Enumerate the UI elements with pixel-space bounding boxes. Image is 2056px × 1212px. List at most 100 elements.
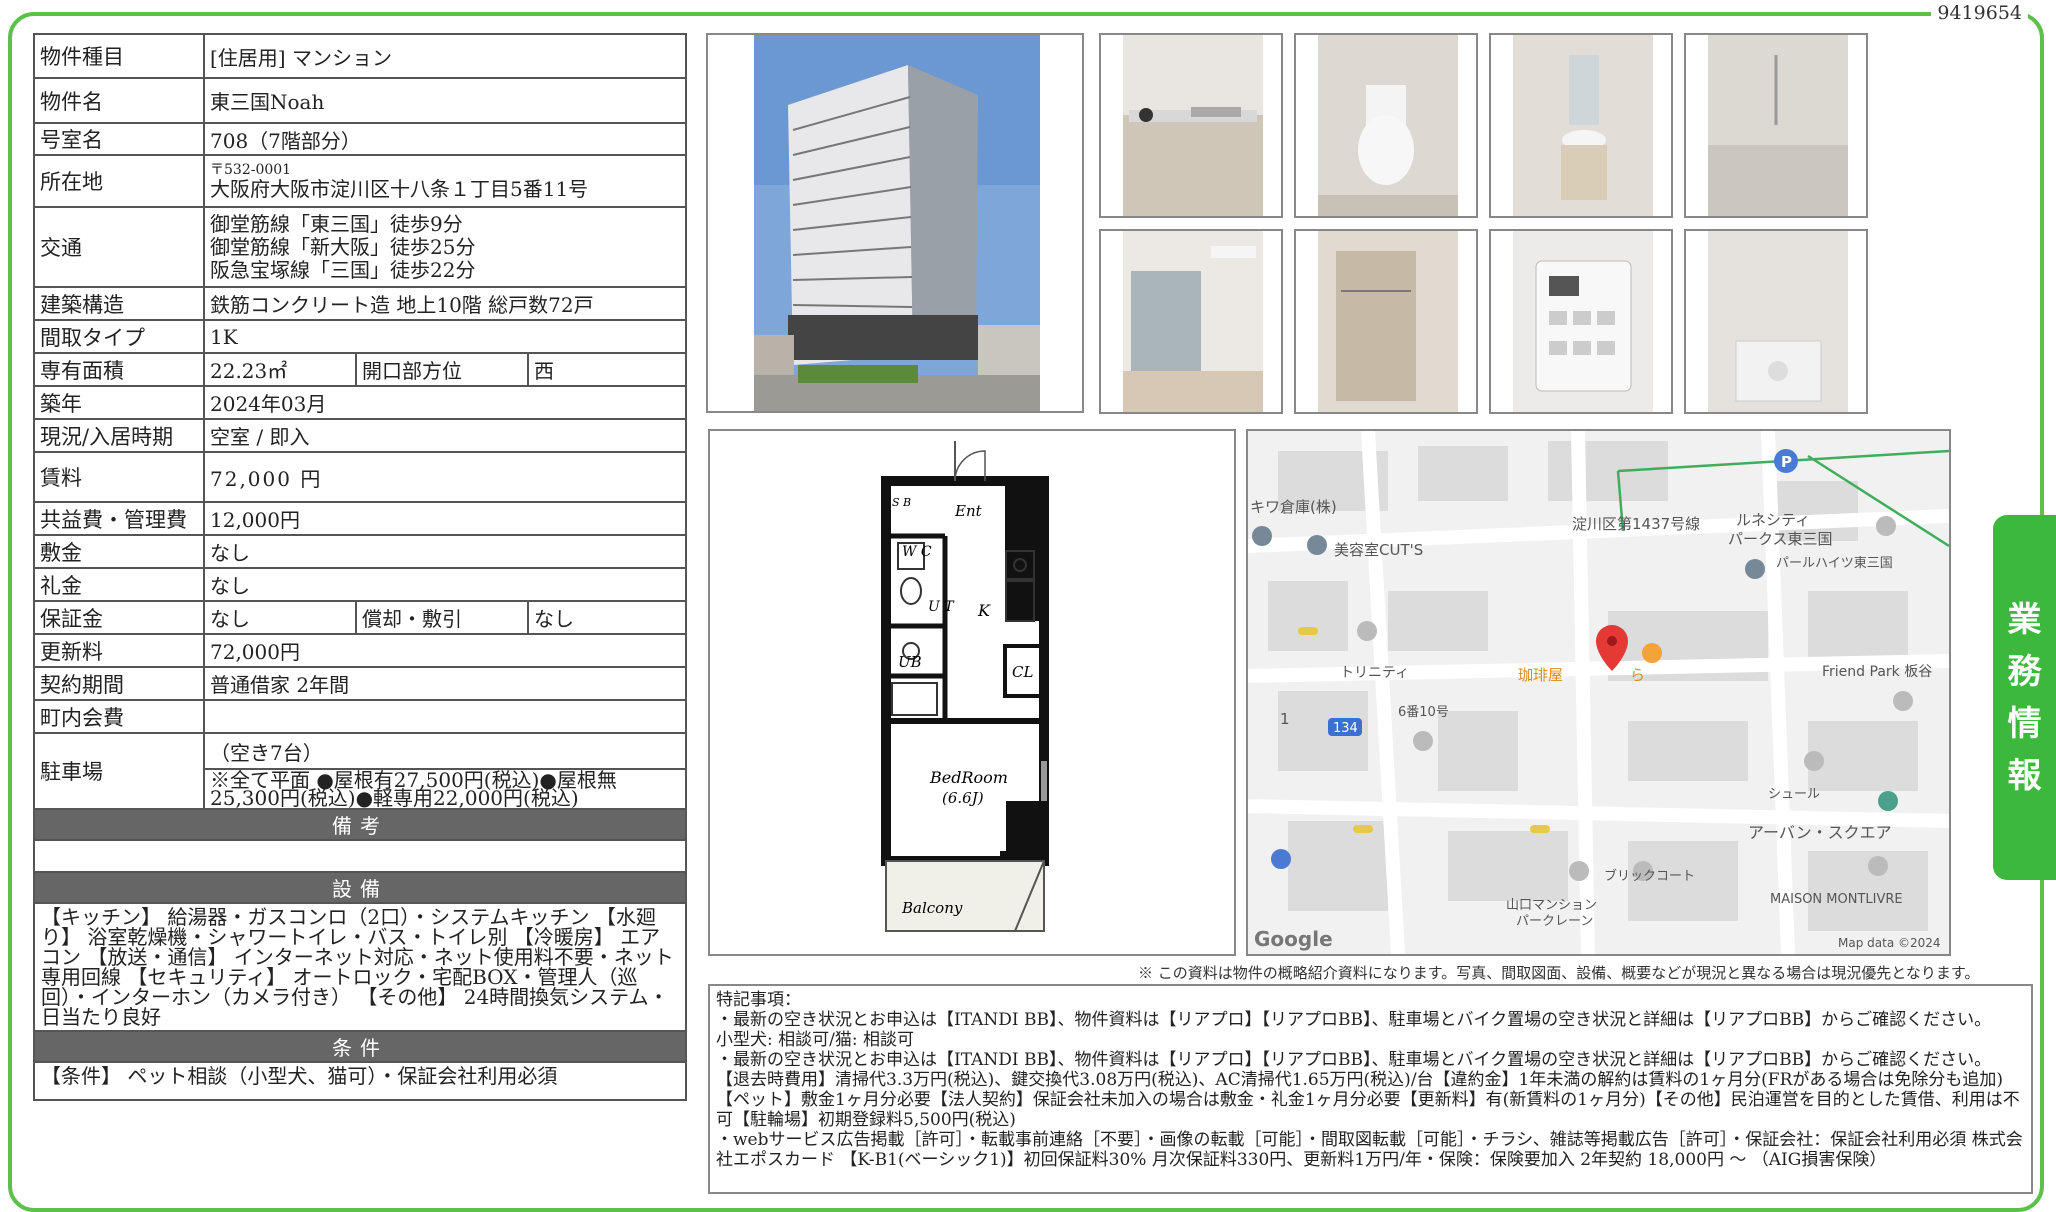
type-label: 物件種目 [33,33,205,79]
map-attribution: Map data ©2024 [1838,936,1941,950]
key-money-value: なし [203,567,687,602]
map-label: ブリックコート [1604,869,1696,884]
equipment-body: 【キッチン】 給湯器・ガスコンロ（2口）・システムキッチン 【水廻り】 浴室乾燥… [33,902,687,1032]
map-base: P 134 [1248,431,1949,954]
renewal-label: 更新料 [33,633,205,668]
direction-label: 開口部方位 [355,352,529,387]
side-tab-business-info[interactable]: 業 務 情 報 [1993,515,2056,880]
laundry-image [1708,231,1848,412]
google-logo: Google [1254,927,1333,951]
fp-sb: S B [892,496,911,509]
floor-plan-drawing: S B Ent W C U T K UB CL BedRoom (6.6J) B… [881,441,1049,932]
contract-value: 普通借家 2年間 [203,666,687,701]
parking-label: 駐車場 [33,732,205,810]
special-note-line: ・webサービス広告掲載［許可］・転載事前連絡［不要］・画像の転載［可能］・間取… [716,1130,2023,1170]
amortization-label: 償却・敷引 [355,600,529,635]
built-label: 築年 [33,385,205,420]
closet-image [1318,231,1458,412]
control-panel-photo[interactable] [1489,229,1673,414]
fp-bedroom-size: (6.6J) [942,789,984,807]
conditions-body: 【条件】 ペット相談（小型犬、猫可）・保証会社利用必須 [33,1061,687,1101]
name-label: 物件名 [33,77,205,124]
map-label: ルネシティ [1736,511,1811,529]
fp-k: K [977,601,991,620]
special-note-line: ・最新の空き状況とお申込は【ITANDI BB】、物件資料は【リアプロ】【リアプ… [716,1010,1992,1030]
map-label: アーバン・スクエア [1748,823,1892,842]
address-cell: 〒532-0001 大阪府大阪市淀川区十八条１丁目5番11号 [203,154,687,208]
location-map[interactable]: P 134 キワ倉庫(株) 美容室CUT'S 淀川区第1437号線 ルネシティ … [1246,429,1951,956]
address-label: 所在地 [33,154,205,208]
transport-line: 御堂筋線「新大阪」徒歩25分 [210,234,476,259]
map-label: キワ倉庫(株) [1250,498,1337,516]
fee-value: 12,000円 [203,501,687,536]
transport-line: 御堂筋線「東三国」徒歩9分 [210,211,463,236]
structure-value: 鉄筋コンクリート造 地上10階 総戸数72戸 [203,286,687,321]
bathroom-image [1708,35,1848,216]
deposit-label: 敷金 [33,534,205,569]
kitchen-photo[interactable] [1099,33,1283,218]
fp-bedroom: BedRoom [929,768,1008,787]
special-note-line: 小型犬: 相談可/猫: 相談可 [716,1030,914,1050]
building-exterior-photo[interactable] [706,33,1084,413]
side-tab-char: 業 [2007,599,2042,640]
washroom-image [1513,35,1653,216]
map-label: シュール [1768,787,1821,802]
room-photo[interactable] [1099,229,1283,414]
postal-code: 〒532-0001 [210,161,292,178]
fp-ub: UB [898,653,922,671]
side-tab-char: 報 [2007,755,2042,796]
parking-detail: ※全て平面 ●屋根有27,500円(税込)●屋根無25,300円(税込)●軽専用… [203,768,687,810]
room-value: 708（7階部分） [203,122,687,156]
washroom-photo[interactable] [1489,33,1673,218]
room-label: 号室名 [33,122,205,156]
fp-ut: U T [928,599,955,615]
floor-plan[interactable]: S B Ent W C U T K UB CL BedRoom (6.6J) B… [708,429,1236,956]
layout-value: 1K [203,319,687,354]
layout-label: 間取タイプ [33,319,205,354]
guarantee-value: なし [203,600,357,635]
town-fee-label: 町内会費 [33,699,205,734]
type-value: [住居用] マンション [203,33,687,79]
remarks-header: 備考 [33,808,687,841]
guarantee-label: 保証金 [33,600,205,635]
key-money-label: 礼金 [33,567,205,602]
equipment-header: 設備 [33,871,687,904]
address-value: 大阪府大阪市淀川区十八条１丁目5番11号 [210,176,589,201]
transport-line: 阪急宝塚線「三国」徒歩22分 [210,257,476,282]
svg-text:134: 134 [1333,721,1358,736]
town-fee-value [203,699,687,734]
map-label: トリニティ [1340,665,1410,681]
fp-cl: CL [1012,663,1033,681]
side-tab-char: 情 [2007,703,2042,744]
map-label: 1 [1280,710,1290,728]
map-label: パークス東三国 [1728,530,1833,548]
name-value: 東三国Noah [203,77,687,124]
kitchen-image [1123,35,1263,216]
fp-ent: Ent [954,502,983,520]
document-id: 9419654 [1931,2,2028,24]
closet-photo[interactable] [1294,229,1478,414]
status-label: 現況/入居時期 [33,418,205,453]
transport-label: 交通 [33,206,205,288]
special-notes: 特記事項： ・最新の空き状況とお申込は【ITANDI BB】、物件資料は【リアプ… [708,984,2033,1194]
direction-value: 西 [527,352,687,387]
renewal-value: 72,000円 [203,633,687,668]
bathroom-photo[interactable] [1684,33,1868,218]
laundry-space-photo[interactable] [1684,229,1868,414]
map-label: 美容室CUT'S [1334,541,1424,559]
toilet-photo[interactable] [1294,33,1478,218]
map-label: Friend Park 板谷 [1822,664,1933,680]
deposit-value: なし [203,534,687,569]
disclaimer-note: ※ この資料は物件の概略紹介資料になります。写真、間取図面、設備、概要などが現況… [1138,964,1980,982]
control-panel-image [1513,231,1653,412]
fee-label: 共益費・管理費 [33,501,205,536]
room-image [1123,231,1263,412]
map-label: MAISON MONTLIVRE [1770,892,1903,907]
fp-balcony: Balcony [901,899,963,917]
amortization-value: なし [527,600,687,635]
special-note-line: ・最新の空き状況とお申込は【ITANDI BB】、物件資料は【リアプロ】【リアプ… [716,1050,2020,1130]
property-info-table: 物件種目 [住居用] マンション 物件名 東三国Noah 号室名 708（7階部… [33,33,687,1101]
rent-label: 賃料 [33,451,205,503]
map-label: 珈琲屋 [1518,666,1564,684]
building-image [754,35,1040,411]
